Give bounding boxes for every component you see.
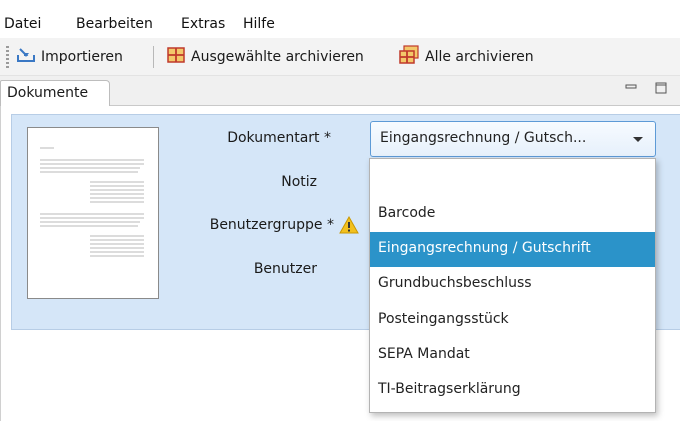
archive-all-button[interactable]: Alle archivieren (398, 45, 534, 69)
dropdown-option-posteingangsstueck[interactable]: Posteingangsstück (370, 303, 655, 338)
tab-bar: Dokumente (0, 76, 680, 107)
dropdown-option-sepa-mandat[interactable]: SEPA Mandat (370, 338, 655, 373)
minimize-icon[interactable] (625, 82, 637, 94)
import-label: Importieren (41, 49, 123, 65)
dropdown-option-ti-beitragserklaerung[interactable]: TI-Beitragserklärung (370, 373, 655, 408)
archive-selected-button[interactable]: Ausgewählte archivieren (166, 45, 364, 69)
toolbar: Importieren Ausgewählte archivieren Alle… (0, 38, 680, 76)
warning-icon (339, 215, 359, 238)
menu-extras[interactable]: Extras (181, 16, 225, 32)
doctype-label: Dokumentart * (227, 130, 331, 146)
dropdown-option-eingangsrechnung[interactable]: Eingangsrechnung / Gutschrift (370, 232, 655, 267)
menu-bar: Datei Bearbeiten Extras Hilfe (0, 0, 680, 38)
archive-all-label: Alle archivieren (425, 49, 534, 65)
dropdown-option-barcode[interactable]: Barcode (370, 197, 655, 232)
doctype-combobox-value: Eingangsrechnung / Gutsch... (380, 130, 587, 146)
note-label: Notiz (281, 174, 317, 190)
archive-all-icon (398, 45, 420, 69)
toolbar-grip[interactable] (6, 46, 9, 68)
menu-hilfe[interactable]: Hilfe (243, 16, 275, 32)
toolbar-separator (153, 46, 154, 68)
doctype-dropdown-list: Barcode Eingangsrechnung / Gutschrift Gr… (369, 158, 656, 413)
usergroup-label: Benutzergruppe * (209, 217, 334, 233)
import-icon (16, 46, 36, 68)
chevron-down-icon[interactable] (633, 137, 643, 142)
dropdown-option-grundbuchsbeschluss[interactable]: Grundbuchsbeschluss (370, 267, 655, 302)
menu-datei[interactable]: Datei (4, 16, 41, 32)
user-label: Benutzer (253, 261, 317, 277)
import-button[interactable]: Importieren (16, 45, 123, 69)
tab-dokumente[interactable]: Dokumente (0, 80, 110, 107)
archive-selected-icon (166, 46, 186, 68)
dropdown-option-empty[interactable] (370, 159, 655, 194)
tab-label: Dokumente (7, 85, 89, 101)
doctype-combobox[interactable]: Eingangsrechnung / Gutsch... (370, 121, 656, 157)
menu-bearbeiten[interactable]: Bearbeiten (76, 16, 153, 32)
maximize-icon[interactable] (655, 82, 667, 94)
document-thumbnail[interactable] (27, 127, 159, 299)
archive-selected-label: Ausgewählte archivieren (191, 49, 364, 65)
